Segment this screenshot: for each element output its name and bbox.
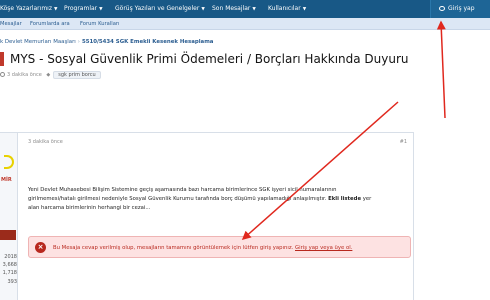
user-stat-value: 2018 [4, 254, 17, 260]
subnav-item-forumlarda-ara[interactable]: Forumlarda ara [30, 18, 70, 30]
thread-time: 3 dakika önce [7, 72, 42, 78]
chevron-down-icon: ▼ [302, 7, 307, 12]
post-time[interactable]: 3 dakika önce [28, 139, 63, 145]
user-rank-badge [0, 230, 16, 240]
annotation-arrow-to-login [436, 20, 446, 119]
post-card: MİR 2018 3,668 1,718 393 3 dakika önce #… [0, 132, 414, 300]
login-register-link[interactable]: Giriş yap veya üye ol. [295, 245, 352, 251]
nav-item-programlar[interactable]: Programlar ▼ [64, 0, 103, 18]
user-stats: 2018 3,668 1,718 393 [0, 253, 17, 286]
post-body-line: alan harcama birimlerinin herhangi bir c… [28, 205, 151, 212]
breadcrumb-item[interactable]: 5510/5434 SGK Emekli Kesenek Hesaplama [82, 39, 214, 45]
nav-item-son-mesajlar[interactable]: Son Mesajlar ▼ [212, 0, 256, 18]
user-info-column: MİR 2018 3,668 1,718 393 [0, 133, 18, 300]
tag-badge[interactable]: sgk prim borcu [53, 71, 101, 79]
post-body-line: Yeni Devlet Muhasebesi Bilişim Sistemine… [28, 187, 337, 193]
page-title: MYS - Sosyal Güvenlik Primi Ödemeleri / … [10, 52, 409, 66]
user-stat-value: 393 [7, 278, 17, 285]
chevron-down-icon: ▼ [252, 7, 256, 12]
breadcrumb: k Devlet Memurları Maaşları › 5510/5434 SG… [0, 37, 213, 47]
chevron-down-icon: ▼ [99, 7, 103, 12]
key-icon [439, 6, 445, 11]
user-stat-value: 1,718 [2, 270, 17, 277]
tag-icon: ◆ [46, 72, 51, 78]
avatar[interactable] [4, 155, 14, 169]
top-navigation: Köşe Yazarlarımız ▼ Programlar ▼ Görüş Yaz… [0, 0, 490, 18]
user-name[interactable]: MİR [1, 177, 12, 183]
login-required-alert: × Bu Mesaja cevap verilmiş olup, mesajla… [28, 236, 411, 258]
alert-message: Bu Mesaja cevap verilmiş olup, mesajları… [53, 245, 353, 251]
user-stat-value: 3,668 [2, 262, 17, 269]
nav-item-gorus-yazilari[interactable]: Görüş Yazıları ve Genelgeler ▼ [115, 0, 205, 18]
thread-meta: 3 dakika önce ◆ sgk prim borcu [0, 71, 101, 79]
subnav-item-forum-kurallari[interactable]: Forum Kuralları [80, 18, 119, 30]
login-button[interactable]: Giriş yap [430, 0, 490, 18]
title-accent-bar [0, 52, 4, 66]
nav-item-kullanicilar[interactable]: Kullanıcılar ▼ [268, 0, 306, 18]
post-body-line: girilmemesi/hatalı girilmesi nedeniyle S… [28, 196, 372, 203]
post-number[interactable]: #1 [400, 139, 407, 145]
breadcrumb-separator-icon: › [77, 39, 80, 45]
post-body-bold: Ekli listede [328, 196, 362, 203]
error-icon: × [35, 242, 46, 253]
breadcrumb-item[interactable]: k Devlet Memurları Maaşları [0, 39, 76, 45]
subnav-item-mesajlar[interactable]: Mesajlar [0, 18, 22, 30]
chevron-down-icon: ▼ [201, 7, 205, 12]
post-body: Yeni Devlet Muhasebesi Bilişim Sistemine… [28, 186, 408, 214]
chevron-down-icon: ▼ [53, 7, 58, 12]
sub-navigation: Mesajlar Forumlarda ara Forum Kuralları [0, 18, 490, 30]
nav-item-kose-yazarlari[interactable]: Köşe Yazarlarımız ▼ [0, 0, 57, 18]
clock-icon [0, 72, 5, 77]
